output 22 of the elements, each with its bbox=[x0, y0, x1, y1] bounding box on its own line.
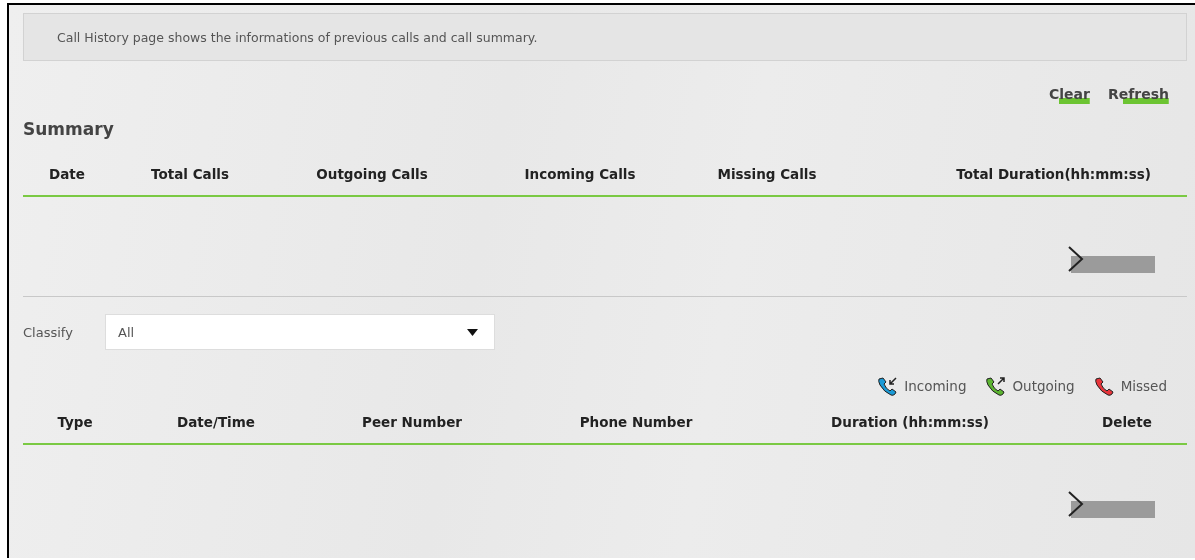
column-header: Type bbox=[56, 414, 94, 430]
column-header: Incoming Calls bbox=[523, 166, 637, 182]
column-header: Date/Time bbox=[176, 414, 256, 430]
column-header: Total Calls bbox=[150, 166, 230, 182]
legend-label: Outgoing bbox=[1012, 378, 1075, 394]
column-header: Peer Number bbox=[361, 414, 463, 430]
legend-label: Missed bbox=[1120, 378, 1167, 394]
column-header: Duration (hh:mm:ss) bbox=[830, 414, 990, 430]
legend-label: Incoming bbox=[904, 378, 967, 394]
column-header: Delete bbox=[1101, 414, 1153, 430]
column-header: Date bbox=[48, 166, 86, 182]
column-header: Total Duration(hh:mm:ss) bbox=[955, 166, 1152, 182]
column-header: Outgoing Calls bbox=[315, 166, 429, 182]
info-banner: Call History page shows the informations of previous calls and call summary. bbox=[23, 13, 1187, 61]
column-header: Phone Number bbox=[578, 414, 694, 430]
field-label: Classify bbox=[23, 324, 74, 340]
classify-dropdown[interactable]: All bbox=[105, 314, 495, 350]
section-title: Summary bbox=[23, 119, 115, 139]
caret-icon bbox=[467, 328, 478, 336]
action-link[interactable]: Clear bbox=[1049, 86, 1090, 104]
column-header: Missing Calls bbox=[716, 166, 818, 182]
action-link[interactable]: Refresh bbox=[1107, 86, 1169, 104]
